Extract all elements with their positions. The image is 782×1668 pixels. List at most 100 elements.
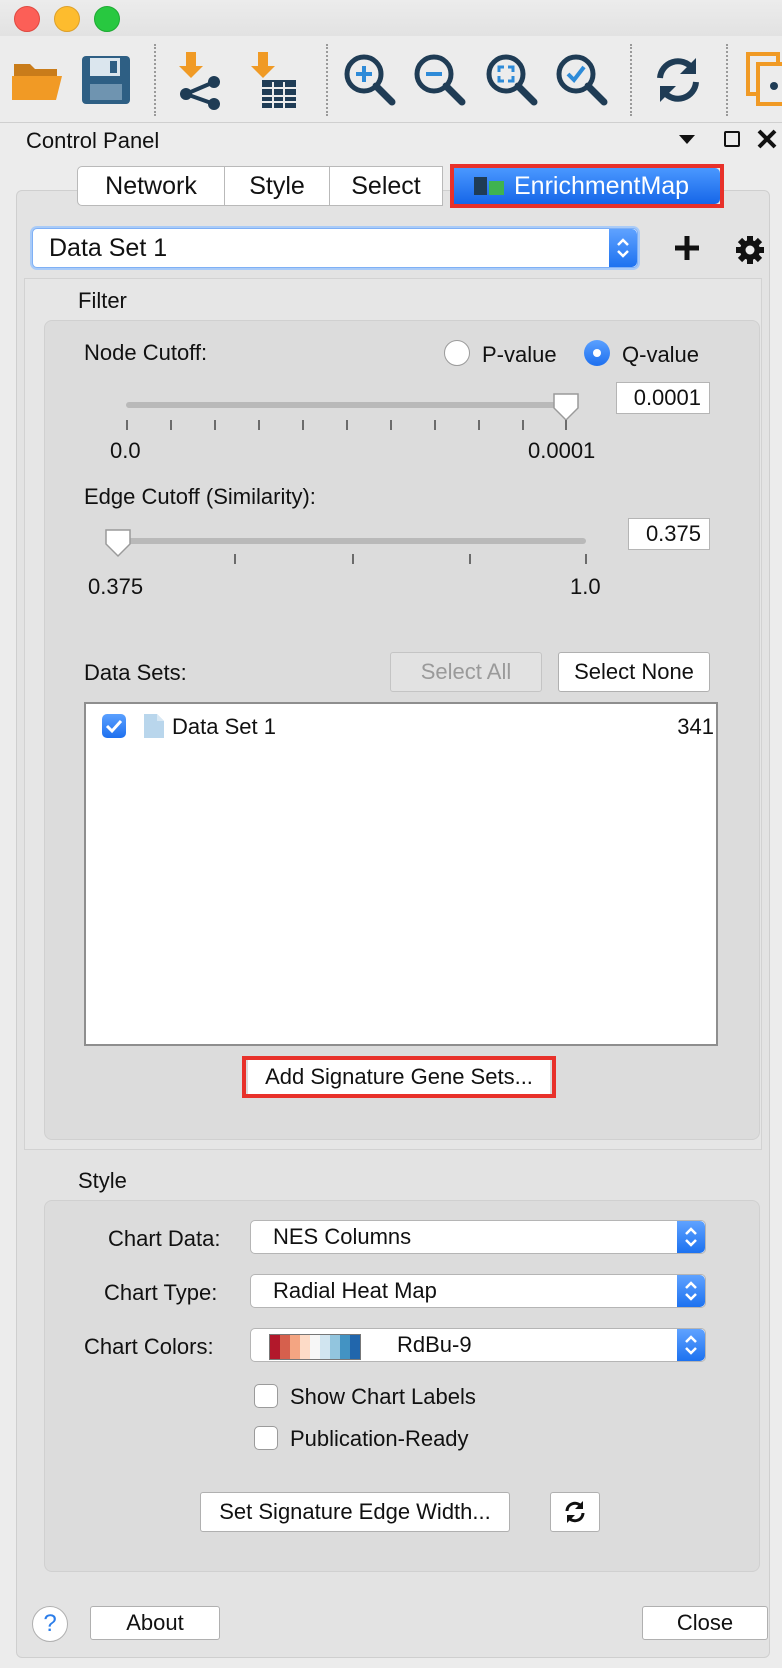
chart-data-select[interactable]: NES Columns [250,1220,706,1254]
toolbar-separator [154,44,156,116]
copy-network-icon[interactable] [744,50,782,110]
slider-tick [469,554,471,564]
slider-tick [390,420,392,430]
chart-data-label: Chart Data: [108,1226,221,1251]
edge-cutoff-label: Edge Cutoff (Similarity): [84,484,316,509]
gear-icon[interactable] [734,234,766,271]
show-chart-labels-label: Show Chart Labels [290,1384,476,1409]
enrichmentmap-logo-icon [474,177,504,195]
node-cutoff-input[interactable]: 0.0001 [616,382,710,414]
slider-tick [585,554,587,564]
data-sets-label: Data Sets: [84,660,187,685]
float-panel-icon[interactable] [724,131,740,147]
select-none-button[interactable]: Select None [558,652,710,692]
help-button[interactable]: ? [32,1606,68,1642]
edge-cutoff-input[interactable]: 0.375 [628,518,710,550]
dataset-name: Data Set 1 [172,714,276,739]
tab-style[interactable]: Style [224,166,330,206]
color-swatch [340,1335,350,1359]
zoom-fit-icon[interactable] [482,50,542,110]
close-button[interactable]: Close [642,1606,768,1640]
tab-select[interactable]: Select [329,166,443,206]
color-swatch [320,1335,330,1359]
add-signature-gene-sets-button[interactable]: Add Signature Gene Sets... [248,1060,550,1094]
slider-tick [522,420,524,430]
color-swatch [300,1335,310,1359]
slider-tick [346,420,348,430]
node-slider-max-label: 0.0001 [528,438,596,463]
node-cutoff-slider-track[interactable] [126,402,566,408]
color-palette-swatch [269,1334,361,1360]
chart-colors-select[interactable]: RdBu-9 [250,1328,706,1362]
zoom-out-icon[interactable] [410,50,470,110]
import-table-icon[interactable] [240,50,300,110]
slider-tick [565,420,567,430]
publication-ready-label: Publication-Ready [290,1426,469,1451]
tab-enrichmentmap-label: EnrichmentMap [514,171,690,200]
updown-chevron-icon [677,1329,705,1361]
dataset-count: 341 [677,714,714,739]
slider-tick [126,420,128,430]
slider-tick [214,420,216,430]
minimize-window-button[interactable] [54,6,80,32]
control-panel-title: Control Panel [26,128,160,153]
pvalue-label: P-value [482,342,557,367]
slider-tick [234,554,236,564]
refresh-icon [565,1501,585,1523]
set-signature-edge-width-button[interactable]: Set Signature Edge Width... [200,1492,510,1532]
qvalue-label: Q-value [622,342,700,367]
edge-slider-min-label: 0.375 [88,574,144,599]
list-item[interactable]: Data Set 1 341 [86,704,716,748]
chart-data-value: NES Columns [273,1224,412,1249]
save-icon[interactable] [76,50,136,110]
zoom-selected-icon[interactable] [552,50,612,110]
dataset-checkbox[interactable] [102,714,126,738]
color-swatch [270,1335,280,1359]
zoom-in-icon[interactable] [340,50,400,110]
add-dataset-icon[interactable] [672,233,702,268]
open-folder-icon[interactable] [8,50,68,110]
chart-type-value: Radial Heat Map [273,1278,437,1303]
pvalue-radio[interactable] [444,340,470,366]
toolbar [0,36,782,123]
close-panel-icon[interactable] [756,128,778,155]
color-swatch [290,1335,300,1359]
updown-chevron-icon [609,229,637,267]
refresh-icon[interactable] [648,50,708,110]
color-swatch [350,1335,360,1359]
node-cutoff-label: Node Cutoff: [84,340,208,365]
about-button[interactable]: About [90,1606,220,1640]
edge-cutoff-slider-thumb[interactable] [104,528,132,563]
chart-colors-label: Chart Colors: [84,1334,214,1359]
dataset-select-value: Data Set 1 [49,233,168,262]
slider-tick [478,420,480,430]
edge-cutoff-slider-track[interactable] [118,538,586,544]
chart-type-select[interactable]: Radial Heat Map [250,1274,706,1308]
updown-chevron-icon [677,1221,705,1253]
data-sets-list: Data Set 1 341 [84,702,718,1046]
refresh-style-button[interactable] [550,1492,600,1532]
toolbar-separator [630,44,632,116]
slider-tick [258,420,260,430]
tab-network[interactable]: Network [77,166,225,206]
style-title: Style [78,1168,127,1193]
select-all-button[interactable]: Select All [390,652,542,692]
qvalue-radio[interactable] [584,340,610,366]
file-icon [144,714,164,738]
tab-enrichmentmap[interactable]: EnrichmentMap [454,168,720,204]
slider-tick [434,420,436,430]
publication-ready-checkbox[interactable] [254,1426,278,1450]
show-chart-labels-checkbox[interactable] [254,1384,278,1408]
import-network-icon[interactable] [172,50,232,110]
zoom-window-button[interactable] [94,6,120,32]
close-window-button[interactable] [14,6,40,32]
slider-tick [352,554,354,564]
color-swatch [280,1335,290,1359]
toolbar-separator [726,44,728,116]
slider-tick [302,420,304,430]
chart-colors-value: RdBu-9 [397,1332,472,1357]
dataset-select[interactable]: Data Set 1 [32,228,638,268]
color-swatch [310,1335,320,1359]
updown-chevron-icon [677,1275,705,1307]
panel-menu-icon[interactable] [678,130,696,153]
